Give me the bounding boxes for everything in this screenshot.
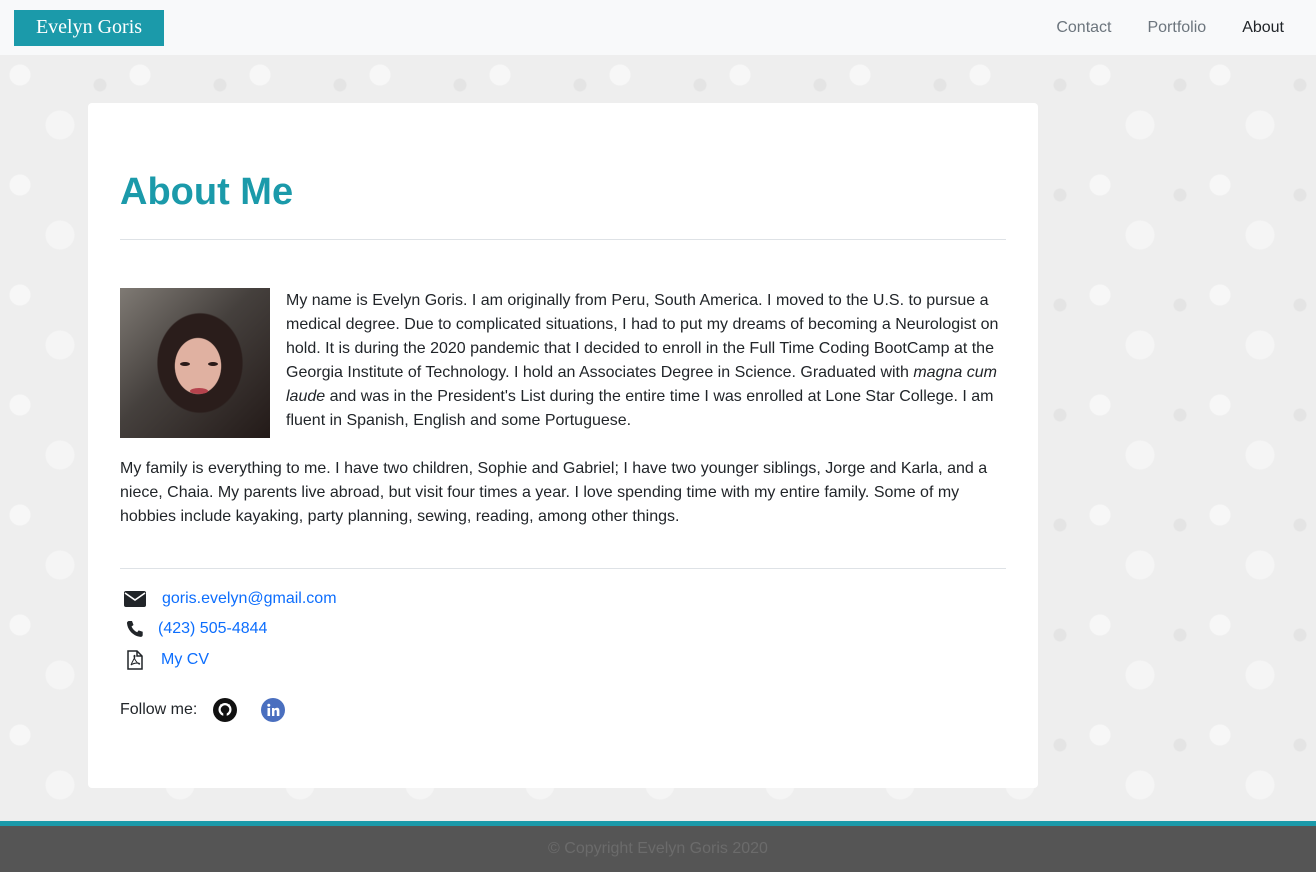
cv-row: My CV (120, 650, 209, 670)
nav-link-about[interactable]: About (1224, 19, 1284, 37)
profile-photo (120, 288, 270, 438)
bio-paragraph-2: My family is everything to me. I have tw… (120, 460, 988, 525)
pdf-file-icon (120, 650, 150, 670)
navbar: Evelyn Goris Contact Portfolio About (0, 0, 1316, 55)
phone-icon (120, 620, 150, 638)
bio-text-a: My name is Evelyn Goris. I am originally… (286, 292, 999, 381)
page-title: About Me (120, 171, 294, 213)
bio-text-b: and was in the President's List during t… (286, 388, 994, 429)
title-divider (120, 239, 1006, 240)
nav-link-portfolio[interactable]: Portfolio (1129, 19, 1224, 37)
about-card: About Me My name is Evelyn Goris. I am o… (88, 103, 1038, 788)
nav-links: Contact Portfolio About (1038, 19, 1284, 37)
github-icon[interactable] (213, 698, 238, 722)
footer: © Copyright Evelyn Goris 2020 (0, 826, 1316, 872)
email-row: goris.evelyn@gmail.com (120, 590, 337, 608)
email-link[interactable]: goris.evelyn@gmail.com (162, 590, 337, 608)
follow-row: Follow me: (120, 698, 286, 722)
linkedin-icon[interactable] (261, 698, 286, 722)
phone-row: (423) 505-4844 (120, 620, 267, 638)
brand-logo[interactable]: Evelyn Goris (14, 9, 164, 46)
cv-link[interactable]: My CV (161, 651, 209, 669)
envelope-icon (120, 591, 150, 607)
photo-mouth (190, 388, 208, 394)
photo-eye-left (180, 362, 190, 366)
phone-link[interactable]: (423) 505-4844 (158, 620, 267, 638)
contact-divider (120, 568, 1006, 569)
bio-paragraph-1: My name is Evelyn Goris. I am originally… (286, 289, 1006, 433)
copyright-text: © Copyright Evelyn Goris 2020 (548, 840, 768, 857)
photo-eye-right (208, 362, 218, 366)
nav-link-contact[interactable]: Contact (1038, 19, 1129, 37)
follow-label: Follow me: (120, 701, 198, 718)
